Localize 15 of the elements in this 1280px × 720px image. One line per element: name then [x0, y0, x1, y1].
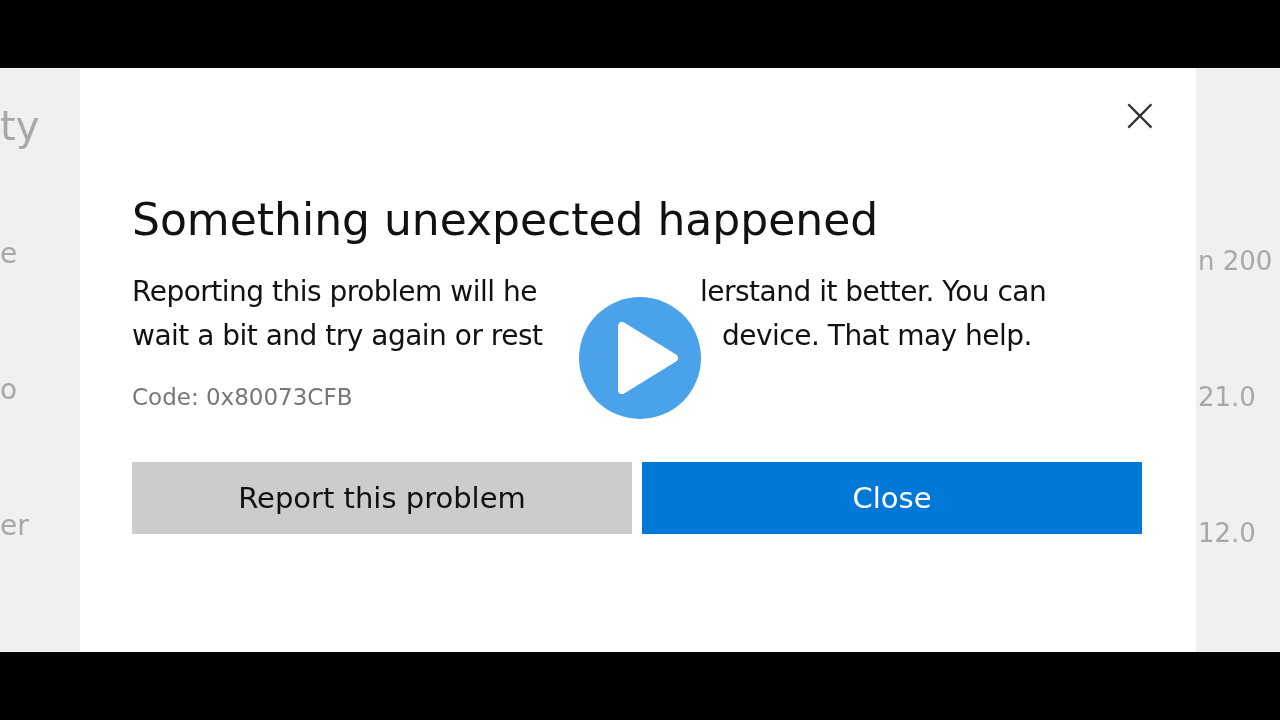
background-text: er	[0, 512, 30, 540]
error-code: Code: 0x80073CFB	[132, 384, 354, 410]
background-text: o	[0, 376, 19, 404]
message-text: device. That may help.	[722, 318, 1032, 354]
dialog-title: Something unexpected happened	[132, 193, 880, 247]
background-text: 21.0	[1198, 384, 1257, 410]
background-text: 12.0	[1198, 520, 1257, 546]
close-button[interactable]: Close	[642, 462, 1142, 534]
message-text: wait a bit and try again or rest	[132, 319, 543, 352]
message-text: lerstand it better. You can	[700, 274, 1047, 310]
report-button[interactable]: Report this problem	[132, 462, 632, 534]
background-text: n 200	[1198, 248, 1274, 274]
close-button[interactable]: ×	[1111, 90, 1168, 138]
message-text: Reporting this problem will he	[132, 275, 537, 308]
background-text: e	[0, 240, 19, 268]
